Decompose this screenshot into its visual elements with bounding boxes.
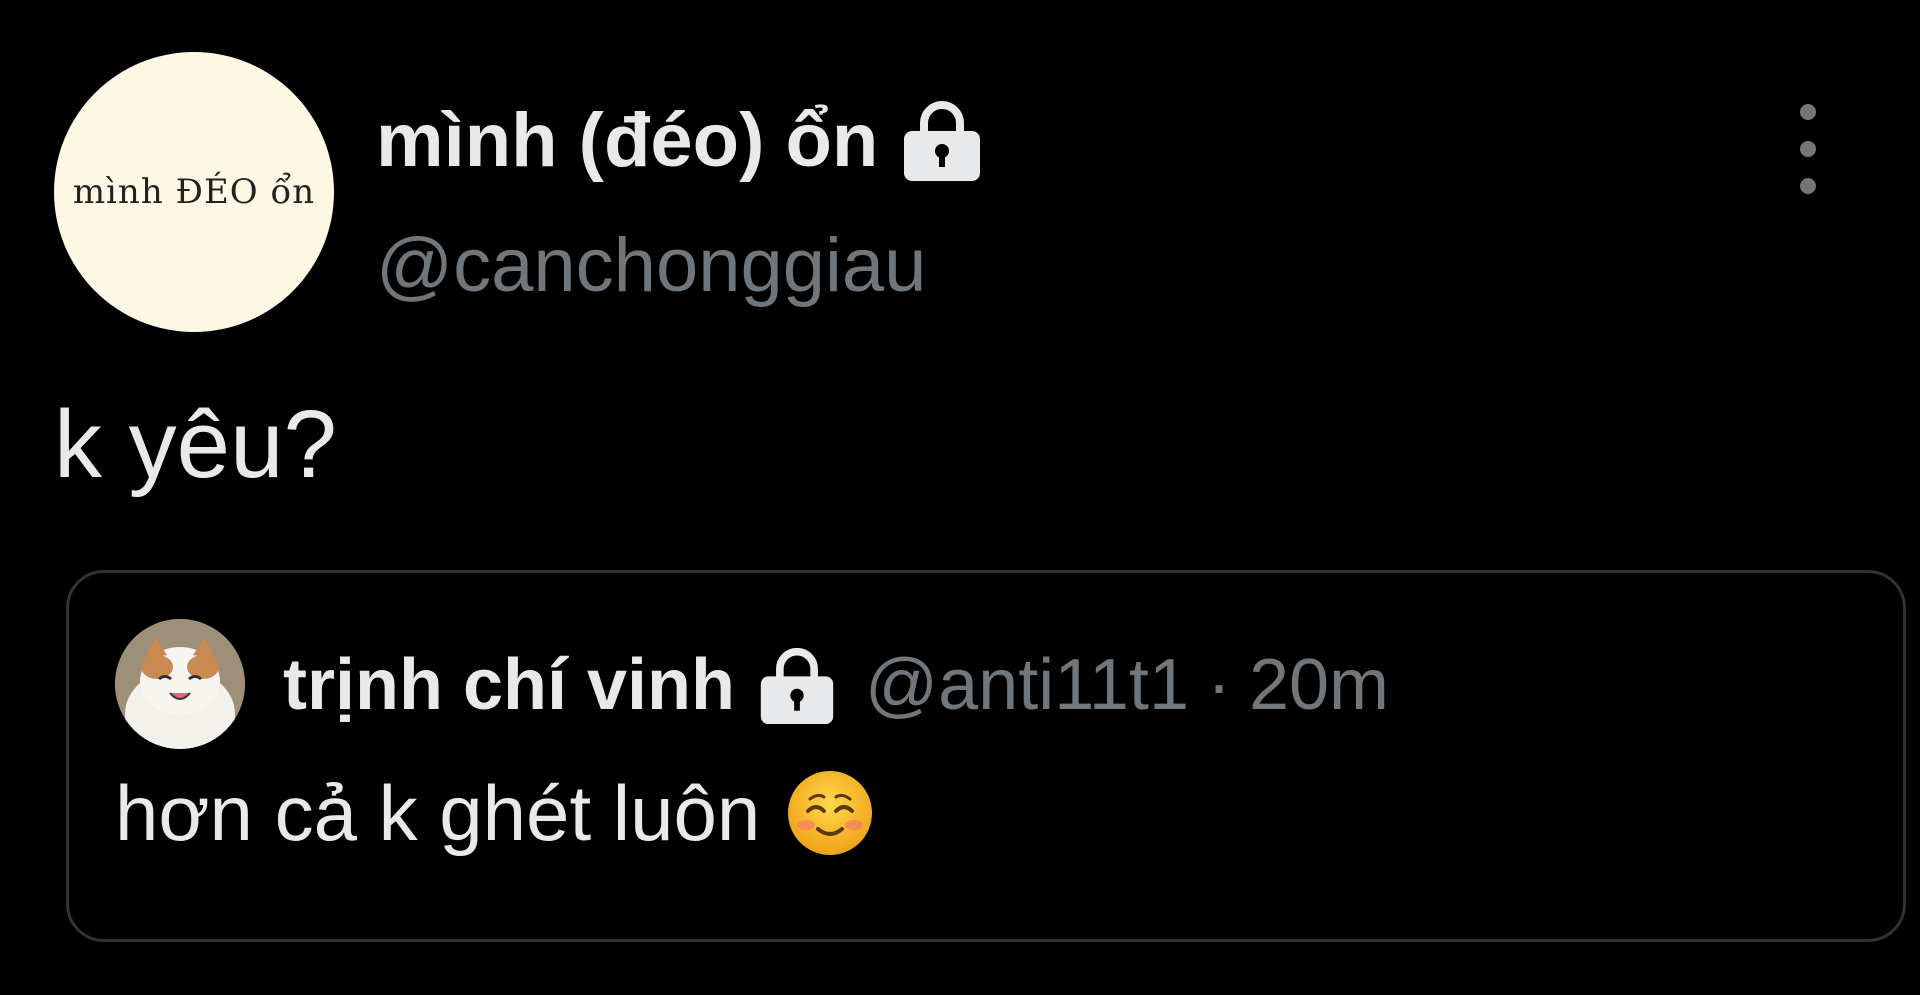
tweet-text: k yêu? — [54, 391, 337, 498]
avatar-text: mình ĐÉO ổn — [72, 172, 316, 212]
quoted-tweet-header: trịnh chí vinh @anti11t1 · 20m — [283, 635, 1389, 735]
more-vertical-icon[interactable] — [1780, 104, 1836, 194]
quoted-tweet-text-row: hơn cả k ghét luôn — [115, 763, 874, 863]
smiling-face-icon — [786, 769, 874, 857]
lock-icon — [757, 644, 837, 726]
author-handle[interactable]: @canchonggiau — [376, 222, 926, 310]
quoted-author-avatar[interactable] — [115, 619, 245, 749]
separator-dot: · — [1206, 645, 1231, 725]
quoted-author-display-name[interactable]: trịnh chí vinh — [283, 644, 735, 726]
tweet[interactable]: mình ĐÉO ổn mình (đéo) ổn @canchonggiau … — [0, 0, 1920, 995]
author-display-name[interactable]: mình (đéo) ổn — [376, 97, 878, 184]
quoted-tweet-timestamp[interactable]: 20m — [1249, 644, 1389, 726]
lock-icon — [900, 97, 984, 183]
author-name-row[interactable]: mình (đéo) ổn — [376, 92, 984, 188]
author-avatar[interactable]: mình ĐÉO ổn — [54, 52, 334, 332]
quoted-author-handle[interactable]: @anti11t1 — [865, 644, 1189, 726]
quoted-tweet-text: hơn cả k ghét luôn — [115, 769, 761, 857]
quoted-tweet-card[interactable]: trịnh chí vinh @anti11t1 · 20m hơn cả k … — [66, 570, 1906, 942]
